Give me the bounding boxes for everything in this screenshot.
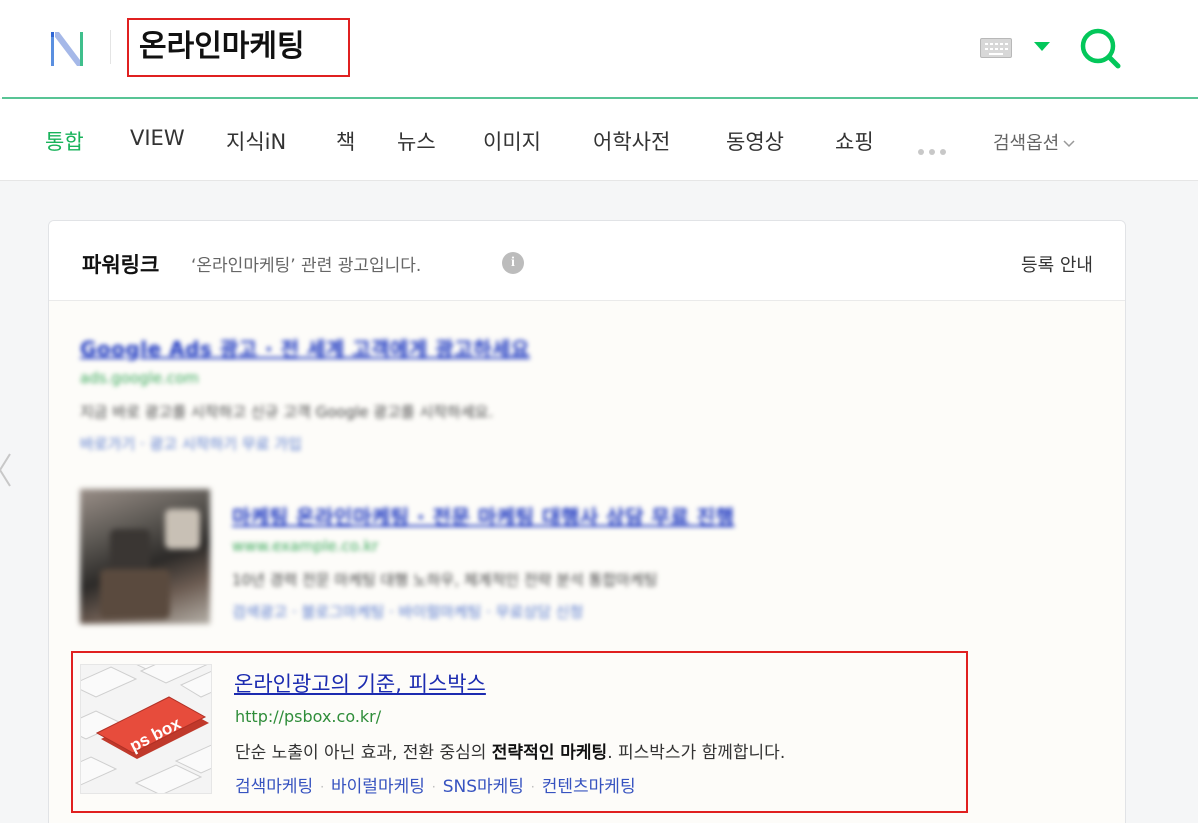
ad-links-blurred[interactable]: 검색광고 · 블로그마케팅 · 바이럴마케팅 · 무료상담 신청 [232, 601, 583, 622]
ad-desc-bold: 전략적인 마케팅 [491, 743, 608, 763]
ad-sublink-search-marketing[interactable]: 검색마케팅 [235, 777, 313, 797]
powerlink-header: 파워링크 ‘온라인마케팅’ 관련 광고입니다. i 등록 안내 [49, 221, 1125, 301]
naver-logo-icon[interactable] [50, 28, 94, 68]
search-tabs: 통합 VIEW 지식iN 책 뉴스 이미지 어학사전 동영상 쇼핑 검색옵션 [0, 99, 1198, 181]
ad-sublinks: 검색마케팅 · 바이럴마케팅 · SNS마케팅 · 컨텐츠마케팅 [235, 772, 636, 797]
ad-desc-text-end: . 피스박스가 함께합니다. [607, 743, 786, 763]
keyboard-icon[interactable] [980, 38, 1012, 58]
ad-sublink-sns-marketing[interactable]: SNS마케팅 [443, 777, 524, 797]
psbox-keyboard-image: ps box [81, 665, 211, 793]
ad-title-blurred[interactable]: Google Ads 광고 · 전 세계 고객에게 광고하세요 [80, 333, 530, 362]
search-options-label: 검색옵션 [993, 133, 1060, 154]
tab-view[interactable]: VIEW [130, 126, 185, 150]
tab-image[interactable]: 이미지 [483, 126, 541, 156]
ad-title-blurred[interactable]: 마케팅 온라인마케팅 · 전문 마케팅 대행사 상담 무료 진행 [232, 501, 735, 530]
ad-thumbnail[interactable]: ps box [80, 664, 212, 794]
register-guide-link[interactable]: 등록 안내 [1021, 251, 1093, 277]
more-tabs-icon[interactable] [918, 140, 951, 159]
powerlink-description: ‘온라인마케팅’ 관련 광고입니다. [191, 256, 422, 276]
separator-dot: · [431, 780, 436, 794]
tab-kin[interactable]: 지식iN [226, 126, 286, 156]
ad-title-link[interactable]: 온라인광고의 기준, 피스박스 [234, 668, 486, 698]
ad-desc-blurred: 지금 바로 광고를 시작하고 신규 고객 Google 광고를 시작하세요. [80, 403, 494, 421]
tab-book[interactable]: 책 [336, 126, 355, 156]
ad-sublink-viral-marketing[interactable]: 바이럴마케팅 [331, 777, 425, 797]
search-options-button[interactable]: 검색옵션 [993, 129, 1075, 155]
powerlink-title: 파워링크 [82, 253, 160, 277]
chevron-down-icon [1063, 140, 1075, 148]
separator-dot: · [320, 780, 325, 794]
ad-links-blurred[interactable]: 바로가기 · 광고 시작하기 무료 가입 [80, 433, 302, 454]
dropdown-caret-icon[interactable] [1034, 42, 1050, 51]
logo-divider [110, 30, 111, 64]
search-header: 온라인마케팅 [0, 0, 1198, 98]
ad-thumbnail-blurred[interactable] [80, 489, 210, 624]
tab-dictionary[interactable]: 어학사전 [593, 126, 670, 156]
search-input[interactable]: 온라인마케팅 [127, 18, 350, 77]
ad-url-link[interactable]: http://psbox.co.kr/ [235, 707, 381, 726]
separator-dot: · [530, 780, 535, 794]
tab-video[interactable]: 동영상 [726, 126, 784, 156]
ad-desc-text: 단순 노출이 아닌 효과, 전환 중심의 [235, 743, 492, 763]
search-icon[interactable] [1078, 26, 1124, 70]
tab-shopping[interactable]: 쇼핑 [835, 126, 874, 156]
chevron-left-icon[interactable] [0, 452, 12, 488]
info-icon[interactable]: i [502, 252, 524, 274]
tab-all[interactable]: 통합 [45, 126, 84, 156]
ad-sublink-contents-marketing[interactable]: 컨텐츠마케팅 [542, 777, 636, 797]
tab-news[interactable]: 뉴스 [397, 126, 436, 156]
ad-description: 단순 노출이 아닌 효과, 전환 중심의 전략적인 마케팅. 피스박스가 함께합… [235, 738, 785, 763]
ad-desc-blurred: 10년 경력 전문 마케팅 대행 노하우, 체계적인 전략 분석 통합마케팅 [232, 571, 658, 589]
ad-url-blurred[interactable]: ads.google.com [80, 369, 199, 387]
ad-url-blurred[interactable]: www.example.co.kr [232, 537, 378, 555]
